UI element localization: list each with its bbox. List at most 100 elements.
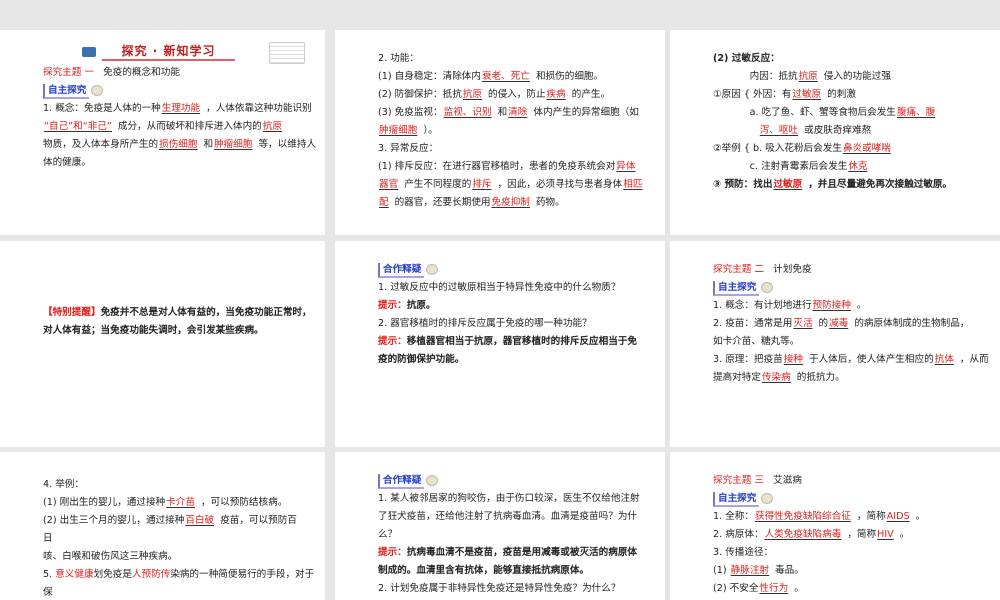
- answer-blank: 泻、呕吐: [759, 125, 799, 136]
- text-line: 物质，及人体本身所产生的损伤细胞 和肿瘤细胞 等，以维持人: [43, 136, 317, 154]
- text-segment: 。: [915, 511, 926, 522]
- text-line: a. 吃了鱼、虾、蟹等食物后会发生腹痛、腹: [713, 104, 992, 122]
- slide-8[interactable]: 合作释疑 1. 某人被邻居家的狗咬伤，由于伤口较深，医生不仅给他注射了狂犬疫苗，还…: [335, 452, 665, 600]
- text-segment: ）。: [423, 125, 438, 136]
- slide-7[interactable]: 4. 举例： (1) 刚出生的婴儿，通过接种卡介苗 ，可以预防结核病。 (2) 出生三…: [0, 452, 325, 600]
- text-segment: ，可以预防结核病。: [200, 497, 288, 508]
- text-segment: ，简称: [856, 511, 886, 522]
- text-segment: ①原因 { 外因：有: [713, 89, 792, 100]
- slide-9[interactable]: 探究主题 三 艾滋病 自主探究 1. 全称：获得性免疫缺陷综合征 ，简称AIDS。 2.…: [670, 452, 1000, 600]
- answer-blank: 预防接种: [812, 300, 851, 311]
- answer-blank: 性行为: [759, 583, 789, 594]
- text-line: 3. 传播途径：: [713, 544, 992, 562]
- red-label: 提示：: [378, 336, 407, 347]
- answer-blank: 鼻炎或哮喘: [842, 143, 891, 154]
- text-segment: c. 注射青霉素后会发生: [713, 161, 848, 172]
- text-line: ①原因 { 外因：有过敏原 的刺激: [713, 86, 992, 104]
- answer-blank: 过敏原: [792, 89, 822, 100]
- answer-blank: 获得性免疫缺陷综合征: [754, 511, 851, 522]
- text-line: 对人体有益；当免疫功能失调时，会引发某些疾病。: [43, 322, 317, 340]
- text-line: (2) 出生三个月的婴儿，通过接种百白破 疫苗，可以预防百: [43, 512, 317, 530]
- disc-icon: [426, 263, 439, 275]
- text-segment: 侵入的功能过强: [823, 71, 891, 82]
- answer-blank: 清除: [508, 107, 528, 118]
- slide-4[interactable]: 【特别提醒】免疫并不总是对人体有益的，当免疫功能正常时， 对人体有益；当免疫功能失…: [0, 241, 325, 447]
- red-label: 探究主题 二: [713, 264, 765, 275]
- slide-6[interactable]: 探究主题 二 计划免疫 自主探究 1. 概念：有计划地进行预防接种。 2. 疫苗：通常…: [670, 241, 1000, 447]
- text-line: 【特别提醒】免疫并不总是对人体有益的，当免疫功能正常时，: [43, 304, 317, 322]
- section-banner: 探究 · 新知学习: [0, 42, 317, 64]
- text-segment: 1. 某人被邻居家的狗咬伤，由于伤口较深，医生不仅给他注射: [378, 493, 640, 504]
- red-label: 人预防传: [131, 569, 171, 580]
- red-label: 探究主题 一: [43, 67, 95, 78]
- answer-blank: 配: [379, 197, 389, 208]
- text-segment: 2. 功能：: [378, 53, 419, 64]
- hint-line: 提示：抗病毒血清不是疫苗，疫苗是用减毒或被灭活的病原体: [378, 544, 657, 562]
- text-segment: 免疫并不总是对人体有益的，当免疫功能正常时，: [100, 307, 312, 318]
- answer-blank: 腹痛、腹: [896, 107, 936, 118]
- text-segment: 的侵入，防止: [487, 89, 546, 100]
- text-line: 了狂犬疫苗，还给他注射了抗病毒血清。血清是疫苗吗？为什: [378, 508, 657, 526]
- answer-blank: AIDS: [886, 511, 910, 522]
- text-segment: 2. 计划免疫属于非特异性免疫还是特异性免疫？为什么？: [378, 583, 621, 594]
- red-label: 探究主题 三: [713, 475, 765, 486]
- badge-label: 自主探究: [713, 281, 760, 296]
- text-line: ③ 预防：找出过敏原 ，并且尽量避免再次接触过敏原。: [713, 176, 992, 194]
- text-segment: 咳、白喉和破伤风这三种疾病。: [43, 551, 178, 562]
- text-line: (1) 自身稳定：清除体内衰老、死亡 和损伤的细胞。: [378, 68, 657, 86]
- disc-icon: [426, 474, 439, 486]
- text-segment: 3. 异常反应：: [378, 143, 439, 154]
- answer-blank: 监视、识别: [443, 107, 492, 118]
- text-segment: 抗病毒血清不是疫苗，疫苗是用减毒或被灭活的病原体: [406, 547, 638, 558]
- text-line: 日: [43, 530, 317, 548]
- answer-blank: 损伤细胞: [159, 139, 198, 150]
- topic-heading: 探究主题 二 计划免疫: [713, 261, 992, 279]
- answer-blank: 抗体: [934, 354, 954, 365]
- text-line: 5. 意义健康划免疫是人预防传染病的一种简便易行的手段，对于: [43, 566, 317, 584]
- text-segment: 2. 疫苗：通常是用: [713, 318, 793, 329]
- text-segment: ③ 预防：找出: [713, 179, 773, 190]
- text-line: 配的器官，还要长期使用免疫抑制 药物。: [378, 194, 657, 212]
- text-segment: 的产生。: [571, 89, 611, 100]
- red-label: 提示：: [378, 547, 407, 558]
- text-segment: 计划免疫: [764, 264, 812, 275]
- badge-label: 自主探究: [713, 492, 760, 507]
- red-label: 意义健康: [55, 569, 94, 580]
- text-segment: 提高对特定: [713, 372, 761, 383]
- text-segment: 。: [794, 583, 804, 594]
- answer-blank: 相匹: [623, 179, 643, 190]
- text-segment: 2. 病原体：: [713, 529, 764, 540]
- text-line: 1. 概念：有计划地进行预防接种。: [713, 297, 992, 315]
- text-segment: [713, 125, 759, 136]
- answer-blank: 异体: [616, 161, 636, 172]
- text-segment: 对人体有益；当免疫功能失调时，会引发某些疾病。: [43, 325, 264, 336]
- answer-blank: 灭活: [793, 318, 813, 329]
- slide-5[interactable]: 合作释疑 1. 过敏反应中的过敏原相当于特异性免疫中的什么物质？ 提示：抗原。 2. …: [335, 241, 665, 447]
- text-line: 肿瘤细胞 ）。: [378, 122, 657, 140]
- slide-1[interactable]: 探究 · 新知学习 探究主题 一 免疫的概念和功能 自主探究 1. 概念：免疫是人体的…: [0, 30, 325, 235]
- text-line: 保: [43, 584, 317, 600]
- answer-blank: 生理功能: [161, 103, 201, 114]
- text-segment: ，并且尽量避免再次接触过敏原。: [808, 179, 953, 190]
- slide-2[interactable]: 2. 功能： (1) 自身稳定：清除体内衰老、死亡 和损伤的细胞。 (2) 防御保护：…: [335, 30, 665, 235]
- text-line: “自己”和“非己” 成分，从而破坏和排斥进入体内的抗原: [43, 118, 317, 136]
- text-segment: 物质，及人体本身所产生的: [43, 139, 159, 150]
- answer-blank: 静脉注射: [730, 565, 770, 576]
- text-line: 4. 举例：: [43, 476, 317, 494]
- topic-heading: 探究主题 一 免疫的概念和功能: [43, 64, 317, 82]
- text-segment: 。: [899, 529, 910, 540]
- text-segment: 3. 传播途径：: [713, 547, 774, 558]
- text-segment: 艾滋病: [764, 475, 802, 486]
- text-segment: 3. 原理：把疫苗: [713, 354, 783, 365]
- text-line: 1. 全称：获得性免疫缺陷综合征 ，简称AIDS 。: [713, 508, 992, 526]
- text-segment: 的病原体制成的生物制品，: [854, 318, 970, 329]
- text-segment: (2) 过敏反应：: [713, 53, 780, 64]
- text-segment: 内因：抵抗: [713, 71, 798, 82]
- text-segment: 和: [497, 107, 508, 118]
- text-line: 如卡介苗、糖丸等。: [713, 333, 992, 351]
- text-line: 3. 原理：把疫苗接种 于人体后，使人体产生相应的抗体 ，从而: [713, 351, 992, 369]
- section-badge: 合作释疑: [378, 472, 657, 490]
- answer-blank: 疾病: [546, 89, 566, 100]
- slide-3[interactable]: (2) 过敏反应： 内因：抵抗抗原 侵入的功能过强 ①原因 { 外因：有过敏原 的刺激…: [670, 30, 1000, 235]
- text-segment: (1) 自身稳定：清除体内: [378, 71, 481, 82]
